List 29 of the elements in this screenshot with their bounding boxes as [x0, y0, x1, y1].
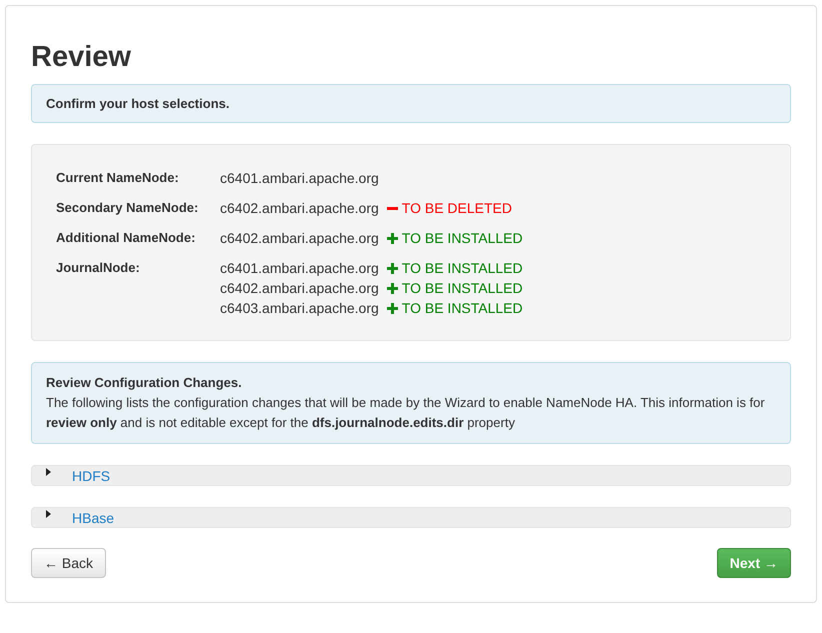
accordion-header[interactable]: HDFS	[31, 465, 791, 486]
host-name: c6402.ambari.apache.org	[220, 279, 379, 298]
notice-text: The following lists the configuration changes that will be made by the Wizard to enable NameNode HA. This information is for review only and is not editable except for the dfs.journalnode.edits.dir property	[46, 394, 766, 432]
host-name: c6403.ambari.apache.org	[220, 299, 379, 318]
status-label: TO BE INSTALLED	[402, 229, 523, 248]
section-link[interactable]: HDFS	[72, 468, 110, 484]
status-label: TO BE INSTALLED	[402, 299, 523, 318]
role-label: JournalNode:	[56, 259, 141, 277]
host-name: c6402.ambari.apache.org	[220, 229, 379, 248]
status-label: TO BE INSTALLED	[402, 259, 523, 278]
host-name: c6402.ambari.apache.org	[220, 199, 379, 218]
section-link[interactable]: HBase	[72, 510, 114, 526]
status-label: TO BE DELETED	[402, 199, 512, 218]
plus-icon	[386, 232, 398, 244]
role-label: Secondary NameNode:	[56, 199, 200, 217]
plus-icon	[386, 282, 398, 294]
plus-icon	[386, 302, 398, 314]
host-notice: Confirm your host selections.	[31, 84, 791, 123]
accordion-header[interactable]: HBase	[31, 507, 791, 528]
notice-heading: Review Configuration Changes.	[46, 374, 243, 392]
page-title: Review	[31, 42, 132, 72]
next-button[interactable]: Next →	[716, 548, 791, 578]
back-button[interactable]: ← Back	[31, 548, 106, 578]
role-label: Additional NameNode:	[56, 229, 196, 247]
role-label: Current NameNode:	[56, 169, 180, 187]
host-name: c6401.ambari.apache.org	[220, 259, 379, 278]
status-label: TO BE INSTALLED	[402, 279, 523, 298]
plus-icon	[386, 262, 398, 274]
host-name: c6401.ambari.apache.org	[220, 169, 379, 188]
